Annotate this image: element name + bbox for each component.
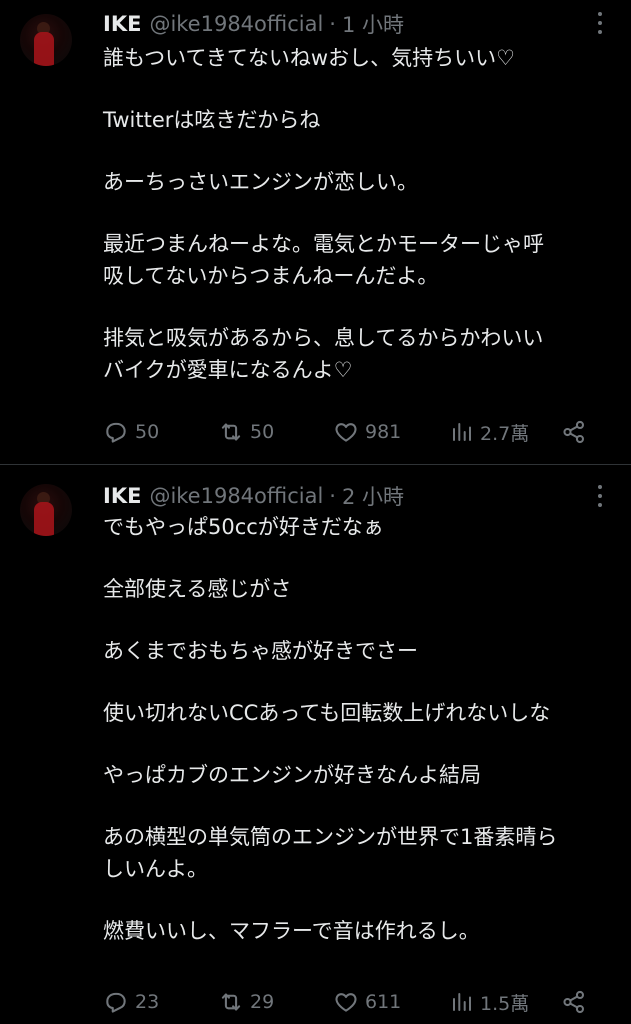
tweet[interactable]: IKE @ike1984official · 1 小時 誰もついてきてないねwお… xyxy=(0,0,631,464)
view-count: 2.7萬 xyxy=(480,422,530,445)
reply-button[interactable]: 50 xyxy=(103,417,159,447)
reply-count: 50 xyxy=(135,421,160,443)
author-handle[interactable]: @ike1984official xyxy=(149,484,323,508)
author-name[interactable]: IKE xyxy=(103,12,141,36)
tweet-paragraph: あくまでおもちゃ感が好きでさー xyxy=(103,639,418,663)
heart-icon xyxy=(335,423,357,442)
like-count: 611 xyxy=(365,991,402,1013)
view-count: 1.5萬 xyxy=(480,992,530,1015)
avatar-figure-shape xyxy=(34,502,54,536)
tweet-paragraph: 誰もついてきてないねwおし、気持ちいい♡ xyxy=(103,46,515,70)
share-button[interactable] xyxy=(561,987,593,1017)
tweet-header: IKE @ike1984official · 2 小時 xyxy=(103,482,404,510)
tweet-paragraph: あーちっさいエンジンが恋しい。 xyxy=(103,170,418,194)
tweet-paragraph: Twitterは呟きだからね xyxy=(103,108,321,132)
tweet-actions: 23 29 611 1.5萬 xyxy=(103,987,603,1017)
retweet-count: 50 xyxy=(250,421,275,443)
avatar[interactable] xyxy=(20,14,72,66)
tweet[interactable]: IKE @ike1984official · 2 小時 でもやっぱ50ccが好き… xyxy=(0,465,631,1024)
tweet-paragraph: 燃費いいし、マフラーで音は作れるし。 xyxy=(103,919,480,943)
retweet-icon xyxy=(221,423,241,441)
tweet-actions: 50 50 981 2.7萬 xyxy=(103,417,603,447)
tweet-paragraph: やっぱカブのエンジンが好きなんよ結局 xyxy=(103,763,481,787)
header-separator: · xyxy=(329,12,336,36)
header-separator: · xyxy=(329,484,336,508)
share-icon xyxy=(563,420,585,444)
tweet-paragraph: でもやっぱ50ccが好きだなぁ xyxy=(103,515,384,539)
tweet-header: IKE @ike1984official · 1 小時 xyxy=(103,10,404,38)
tweet-timestamp[interactable]: 1 小時 xyxy=(342,9,404,39)
tweet-paragraph: 使い切れないCCあっても回転数上げれないしな xyxy=(103,701,551,725)
retweet-icon xyxy=(221,993,241,1011)
reply-count: 23 xyxy=(135,991,160,1013)
like-count: 981 xyxy=(365,421,402,443)
like-button[interactable]: 981 xyxy=(333,417,401,447)
views-chart-icon xyxy=(453,423,471,441)
tweet-paragraph: 排気と吸気があるから、息してるからかわいい バイクが愛車になるんよ♡ xyxy=(103,326,544,382)
tweet-paragraph: 全部使える感じがさ xyxy=(103,577,292,601)
retweet-button[interactable]: 29 xyxy=(218,987,274,1017)
tweet-paragraph: あの横型の単気筒のエンジンが世界で1番素晴ら しいんよ。 xyxy=(103,825,558,881)
heart-icon xyxy=(335,993,357,1012)
views-chart-icon xyxy=(453,993,471,1011)
reply-icon xyxy=(106,422,126,443)
avatar[interactable] xyxy=(20,484,72,536)
tweet-timestamp[interactable]: 2 小時 xyxy=(342,481,404,511)
more-dots-icon[interactable] xyxy=(595,485,605,507)
more-dots-icon[interactable] xyxy=(595,12,605,34)
share-icon xyxy=(563,990,585,1014)
views-button[interactable]: 1.5萬 xyxy=(450,987,529,1017)
like-button[interactable]: 611 xyxy=(333,987,401,1017)
views-button[interactable]: 2.7萬 xyxy=(450,417,529,447)
tweet-text: 誰もついてきてないねwおし、気持ちいい♡ Twitterは呟きだからね あーちっ… xyxy=(103,42,611,386)
share-button[interactable] xyxy=(561,417,593,447)
author-handle[interactable]: @ike1984official xyxy=(149,12,323,36)
reply-button[interactable]: 23 xyxy=(103,987,159,1017)
retweet-count: 29 xyxy=(250,991,275,1013)
retweet-button[interactable]: 50 xyxy=(218,417,274,447)
avatar-figure-shape xyxy=(34,32,54,66)
author-name[interactable]: IKE xyxy=(103,484,141,508)
tweet-text: でもやっぱ50ccが好きだなぁ 全部使える感じがさ あくまでおもちゃ感が好きでさ… xyxy=(103,511,611,947)
reply-icon xyxy=(106,992,126,1013)
tweet-paragraph: 最近つまんねーよな。電気とかモーターじゃ呼 吸してないからつまんねーんだよ。 xyxy=(103,232,544,288)
